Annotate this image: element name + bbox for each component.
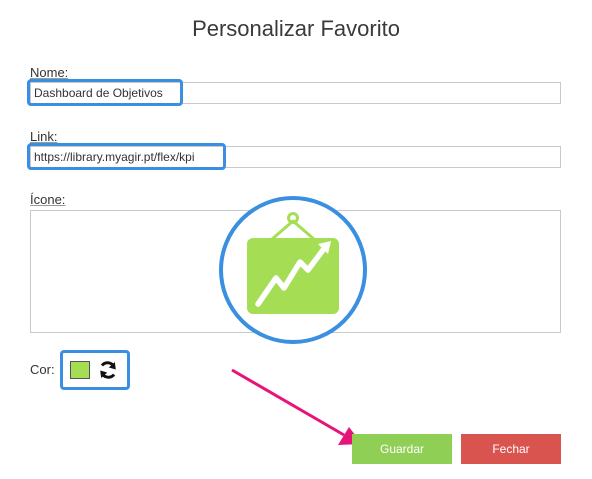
chart-line-board-icon[interactable] xyxy=(240,212,346,318)
name-field[interactable]: Dashboard de Objetivos xyxy=(30,82,561,104)
link-field[interactable]: https://library.myagir.pt/flex/kpi xyxy=(30,146,561,168)
color-swatch[interactable] xyxy=(70,361,90,379)
link-field-value: https://library.myagir.pt/flex/kpi xyxy=(34,150,195,164)
close-button[interactable]: Fechar xyxy=(461,434,561,464)
dialog-title: Personalizar Favorito xyxy=(192,16,400,41)
icon-label: Ícone: xyxy=(30,192,66,207)
link-label: Link: xyxy=(30,129,58,144)
name-label: Nome: xyxy=(30,65,69,80)
name-field-value: Dashboard de Objetivos xyxy=(34,86,163,100)
refresh-icon[interactable] xyxy=(98,360,118,380)
color-label: Cor: xyxy=(30,362,55,377)
save-button[interactable]: Guardar xyxy=(352,434,452,464)
pointer-arrow-icon xyxy=(231,368,362,445)
